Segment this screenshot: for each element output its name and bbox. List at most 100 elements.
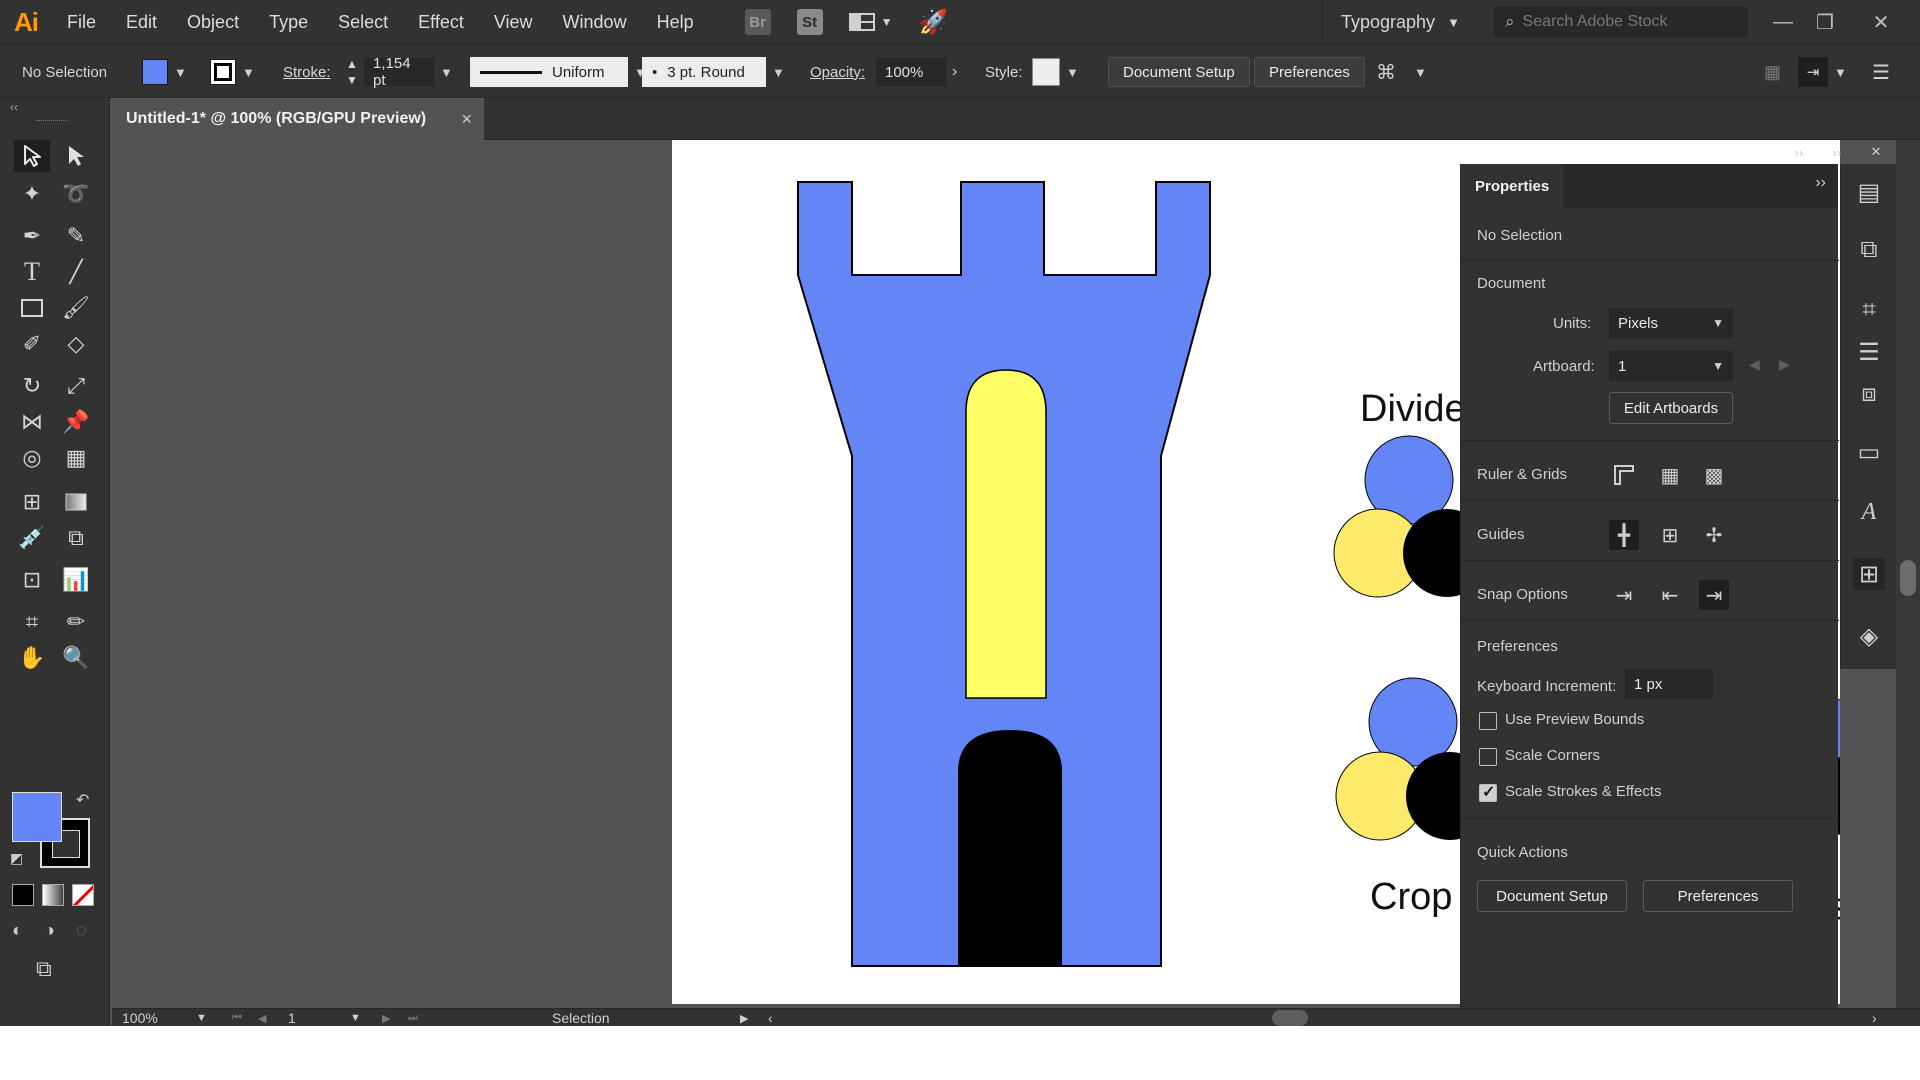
snap-to-pixel-icon[interactable]: ⇥ xyxy=(1699,580,1729,610)
status-menu-icon[interactable]: ▶ xyxy=(740,1009,748,1027)
show-guides-icon[interactable]: ╋ xyxy=(1609,520,1639,550)
menu-window[interactable]: Window xyxy=(548,0,642,44)
preferences-button[interactable]: Preferences xyxy=(1254,57,1365,87)
artboard-dropdown[interactable]: 1 ▼ xyxy=(1609,351,1733,381)
opacity-label[interactable]: Opacity: xyxy=(810,45,865,99)
horizontal-scroll-thumb[interactable] xyxy=(1272,1010,1308,1026)
gradient-tool-icon[interactable] xyxy=(58,486,94,518)
graphic-style-swatch[interactable] xyxy=(1032,58,1060,86)
curvature-tool-icon[interactable]: ✎ xyxy=(58,220,94,252)
chevron-down-icon[interactable]: ▼ xyxy=(440,65,453,80)
slice-tool-icon[interactable]: ✏ xyxy=(58,606,94,638)
fill-swatch[interactable] xyxy=(142,59,168,85)
document-setup-button[interactable]: Document Setup xyxy=(1108,57,1250,87)
variable-width-profile[interactable]: Uniform xyxy=(470,57,628,87)
shape-builder-tool-icon[interactable]: ◎ xyxy=(14,442,50,474)
menu-object[interactable]: Object xyxy=(172,0,254,44)
lasso-tool-icon[interactable]: ➰ xyxy=(58,178,94,210)
artboards-icon[interactable]: ⧉ xyxy=(1853,234,1885,266)
layers-icon[interactable]: ◈ xyxy=(1853,620,1885,652)
chevron-down-icon[interactable]: ▼ xyxy=(1834,65,1847,80)
puppet-warp-icon[interactable]: ⌘ xyxy=(1376,45,1396,99)
draw-normal-icon[interactable]: ◐ xyxy=(12,920,23,941)
units-dropdown[interactable]: Pixels ▼ xyxy=(1609,308,1733,338)
character-icon[interactable]: A xyxy=(1853,496,1885,528)
menu-select[interactable]: Select xyxy=(323,0,403,44)
chevron-right-icon[interactable]: › xyxy=(952,63,957,81)
blend-tool-icon[interactable]: ⧉ xyxy=(58,522,94,554)
ruler-icon[interactable] xyxy=(1609,460,1639,490)
column-graph-tool-icon[interactable]: 📊 xyxy=(58,564,94,596)
chevron-down-icon[interactable]: ▼ xyxy=(1414,65,1427,80)
gpu-performance-icon[interactable]: 🚀 xyxy=(919,8,949,37)
toolbar-grip[interactable] xyxy=(36,120,68,121)
stroke-stepper[interactable]: ▲ ▼ xyxy=(346,45,358,99)
opacity-field[interactable]: 100% xyxy=(876,58,946,86)
properties-panel-icon[interactable]: ⊞ xyxy=(1853,558,1885,590)
direct-selection-tool-icon[interactable] xyxy=(58,140,94,172)
use-preview-bounds-checkbox[interactable] xyxy=(1479,712,1497,730)
pen-tool-icon[interactable]: ✒ xyxy=(14,220,50,252)
artboard-tool-icon[interactable]: ⌗ xyxy=(14,606,50,638)
close-panels-icon[interactable]: ✕ xyxy=(1870,144,1881,160)
chevron-down-icon[interactable]: ▼ xyxy=(346,73,358,87)
magic-wand-tool-icon[interactable]: ✦ xyxy=(14,178,50,210)
gradient-panel-icon[interactable]: ▭ xyxy=(1853,436,1885,468)
line-segment-tool-icon[interactable]: ╱ xyxy=(58,256,94,288)
draw-behind-icon[interactable]: ◑ xyxy=(44,920,55,941)
workspace-switcher[interactable]: Typography ▼ xyxy=(1322,0,1460,44)
vertical-scroll-thumb[interactable] xyxy=(1900,560,1916,596)
next-artboard-icon[interactable]: ▶ xyxy=(1779,356,1790,373)
menu-view[interactable]: View xyxy=(479,0,548,44)
quick-preferences-button[interactable]: Preferences xyxy=(1643,880,1793,912)
libraries-icon[interactable]: ▤ xyxy=(1853,176,1885,208)
chevron-down-icon[interactable]: ▼ xyxy=(772,65,785,80)
eraser-tool-icon[interactable]: ◇ xyxy=(58,328,94,360)
previous-artboard-icon[interactable]: ◀ xyxy=(258,1009,266,1027)
menu-type[interactable]: Type xyxy=(254,0,323,44)
close-document-icon[interactable]: × xyxy=(461,109,472,130)
snap-to-grid-icon[interactable]: ⇤ xyxy=(1655,580,1685,610)
panel-menu-icon[interactable]: ☰ xyxy=(1872,45,1890,99)
fill-color-box[interactable] xyxy=(12,792,62,842)
brush-definition[interactable]: • 3 pt. Round xyxy=(642,57,766,87)
mesh-tool-icon[interactable]: ⊞ xyxy=(14,486,50,518)
menu-file[interactable]: File xyxy=(52,0,111,44)
width-tool-icon[interactable]: ⋈ xyxy=(14,406,50,438)
color-mode-icon[interactable] xyxy=(12,884,34,906)
restore-icon[interactable]: ❐ xyxy=(1804,0,1846,44)
scale-corners-checkbox[interactable] xyxy=(1479,748,1497,766)
artboard-number[interactable]: 1 xyxy=(288,1009,296,1027)
grid-icon[interactable]: ▦ xyxy=(1655,460,1685,490)
close-icon[interactable]: ✕ xyxy=(1860,0,1902,44)
arrange-documents-icon[interactable]: ▼ xyxy=(848,12,893,32)
keyboard-increment-field[interactable]: 1 px xyxy=(1625,669,1713,699)
stock-button[interactable]: St xyxy=(796,9,823,35)
swap-fill-stroke-icon[interactable]: ↶ xyxy=(76,790,89,810)
lock-guides-icon[interactable]: ⊞ xyxy=(1655,520,1685,550)
menu-edit[interactable]: Edit xyxy=(111,0,172,44)
paintbrush-tool-icon[interactable]: 🖌 xyxy=(58,292,94,324)
next-artboard-icon[interactable]: ▶ xyxy=(382,1009,390,1027)
selection-tool-icon[interactable] xyxy=(14,140,50,172)
eyedropper-tool-icon[interactable]: 💉 xyxy=(14,522,50,554)
pathfinder-icon[interactable]: ⧈ xyxy=(1853,378,1885,410)
expand-panels-icon[interactable]: ›› xyxy=(1795,145,1804,160)
scale-tool-icon[interactable]: ⤢ xyxy=(58,370,94,402)
properties-tab[interactable]: Properties xyxy=(1461,164,1564,208)
quick-document-setup-button[interactable]: Document Setup xyxy=(1477,880,1627,912)
minimize-icon[interactable]: — xyxy=(1762,0,1804,44)
chevron-down-icon[interactable]: ▼ xyxy=(196,1009,207,1027)
collapse-toolbar-icon[interactable]: ‹‹ xyxy=(10,100,18,114)
puppet-warp-tool-icon[interactable]: 📌 xyxy=(58,406,94,438)
last-artboard-icon[interactable]: ⏭ xyxy=(408,1009,418,1027)
first-artboard-icon[interactable]: ⏮ xyxy=(232,1009,242,1027)
stroke-label[interactable]: Stroke: xyxy=(283,45,331,99)
symbol-sprayer-tool-icon[interactable]: ⊡ xyxy=(14,564,50,596)
arrange-grid-icon[interactable]: ▦ xyxy=(1764,45,1781,99)
default-fill-stroke-icon[interactable]: ◩ xyxy=(10,850,23,867)
transform-icon[interactable]: ⌗ xyxy=(1853,294,1885,326)
search-adobe-stock-input[interactable]: ⌕ Search Adobe Stock xyxy=(1494,7,1748,37)
edit-artboards-button[interactable]: Edit Artboards xyxy=(1609,392,1733,424)
document-tab[interactable]: Untitled-1* @ 100% (RGB/GPU Preview) × xyxy=(112,98,484,140)
